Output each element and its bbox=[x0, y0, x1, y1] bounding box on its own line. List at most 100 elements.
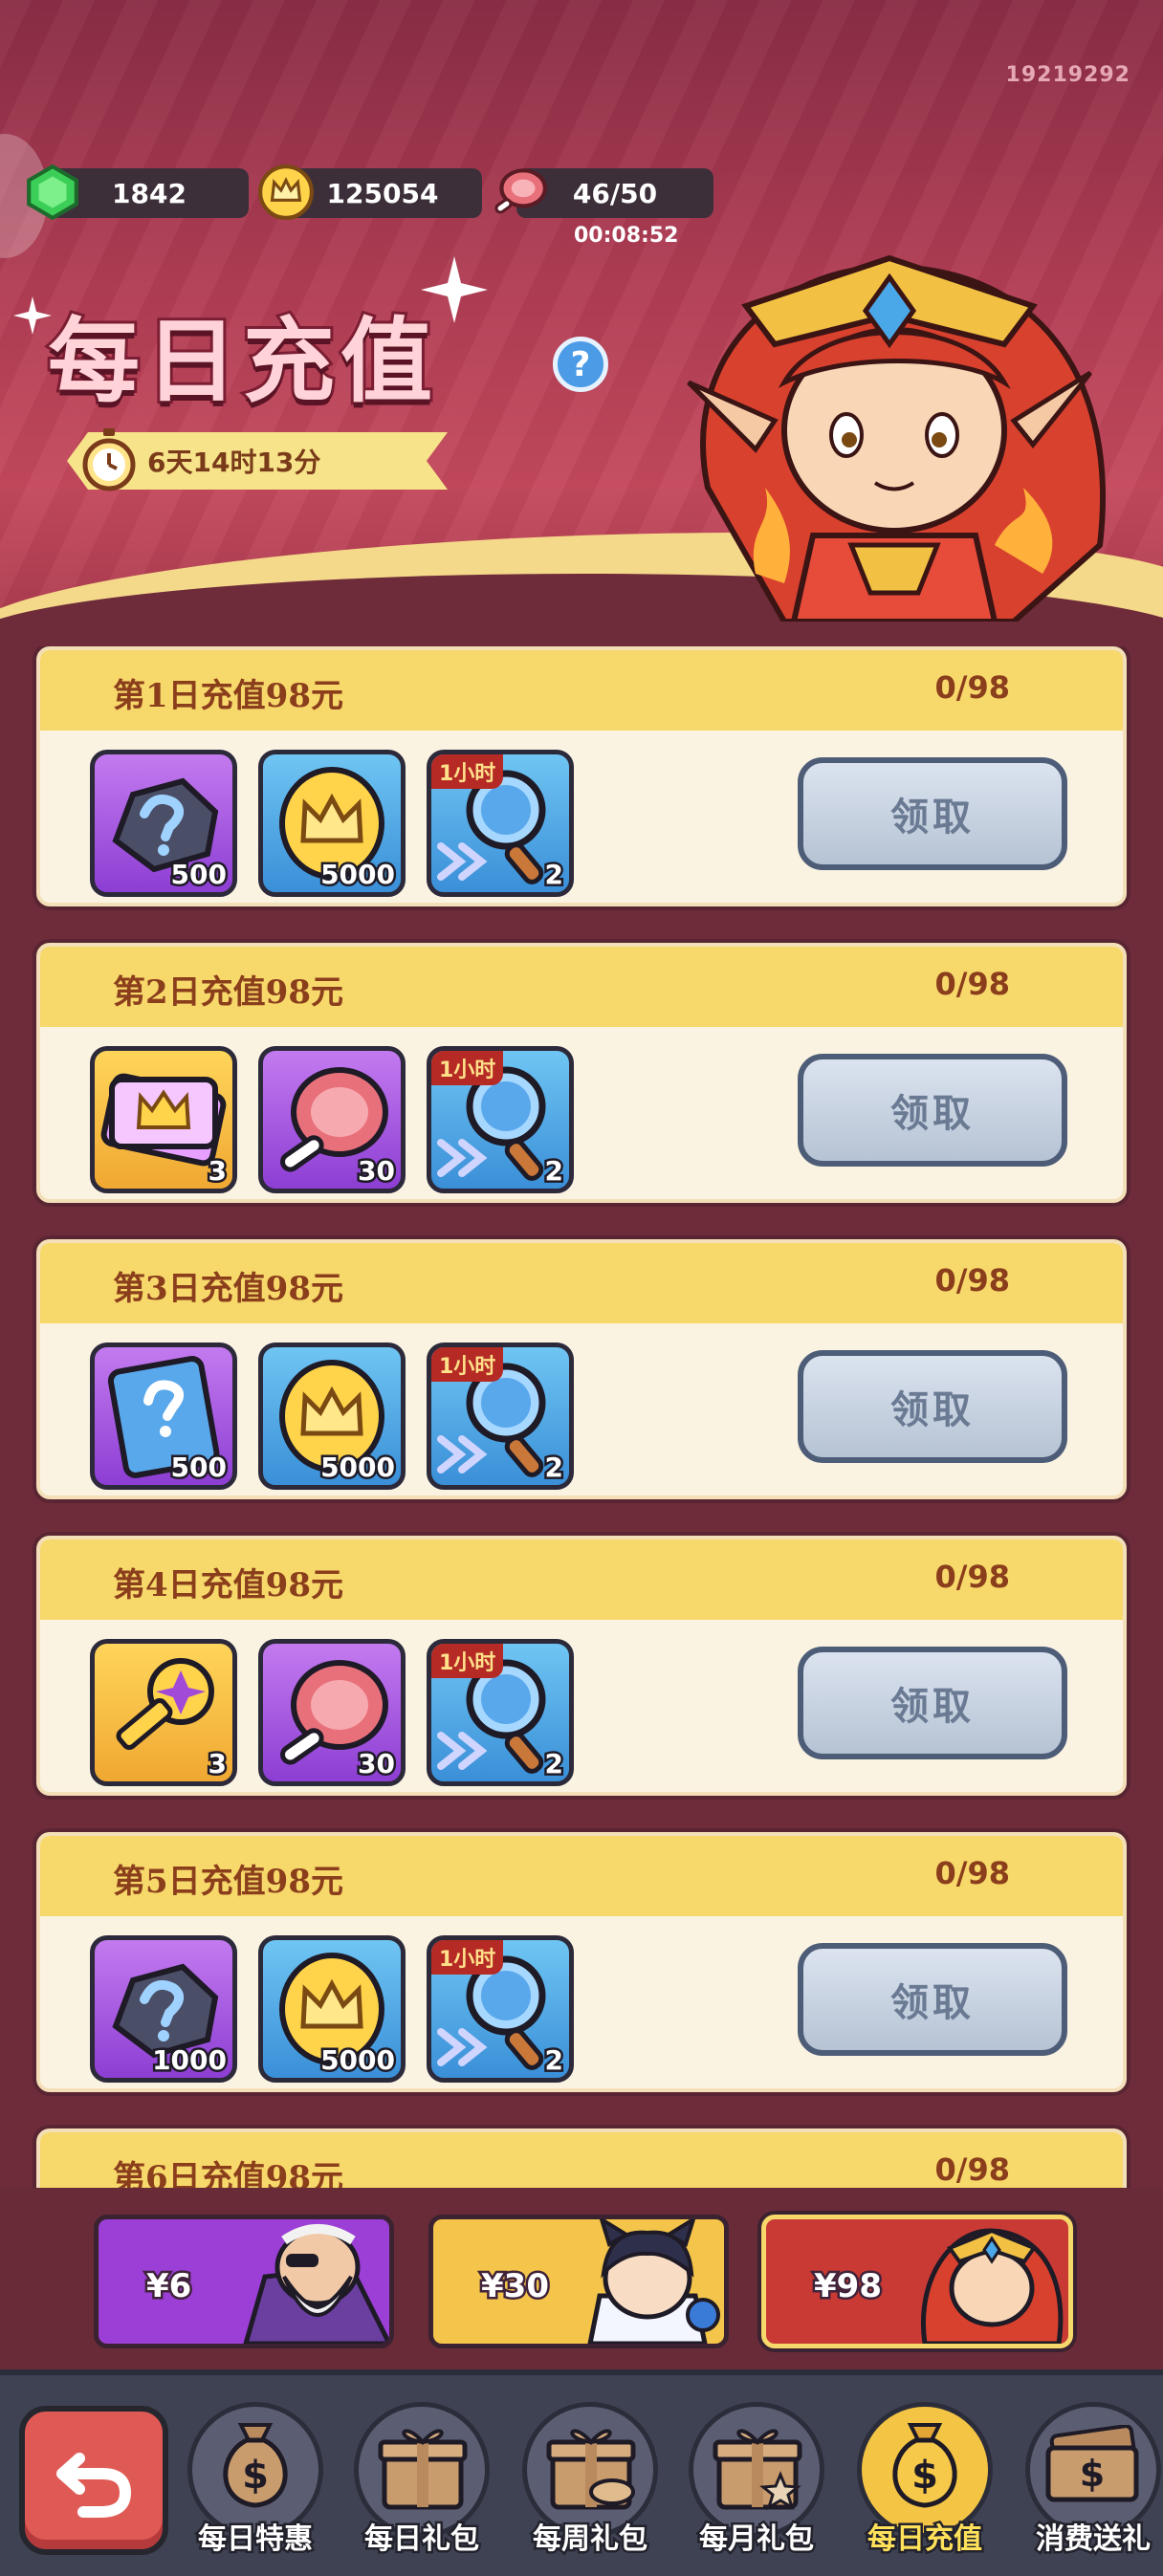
sparkle-icon bbox=[13, 296, 52, 335]
nav-spend-rewards[interactable]: $ 消费送礼 bbox=[1012, 2402, 1163, 2574]
user-id: 19219292 bbox=[1005, 63, 1130, 87]
duration-tag: 1小时 bbox=[431, 1347, 504, 1382]
countdown-text: 6天14时13分 bbox=[147, 447, 321, 478]
reward-item-crown-ticket[interactable]: 3 bbox=[90, 1046, 237, 1193]
price-tier-bar: ¥6 ¥30 ¥98 bbox=[0, 2188, 1163, 2369]
cat-girl-portrait-icon bbox=[587, 2219, 720, 2344]
duration-tag: 1小时 bbox=[431, 1644, 504, 1678]
sparkle-icon bbox=[421, 256, 488, 323]
nav-label: 消费送礼 bbox=[1034, 2521, 1153, 2559]
card-progress: 0/98 bbox=[934, 966, 1010, 1002]
nav-daily-deals[interactable]: $ 每日特惠 bbox=[174, 2402, 337, 2574]
nav-label: 每日礼包 bbox=[362, 2521, 482, 2559]
item-qty: 2 bbox=[542, 857, 566, 893]
stamina-timer: 00:08:52 bbox=[574, 224, 679, 248]
svg-text:$: $ bbox=[911, 2454, 938, 2498]
gem-icon bbox=[27, 164, 78, 221]
money-bag-icon: $ bbox=[892, 2423, 957, 2508]
reward-item-gold-key[interactable]: 3 bbox=[90, 1639, 237, 1786]
reward-item-gold-coin[interactable]: 5000 bbox=[258, 1343, 406, 1490]
elf-princess-portrait-icon bbox=[921, 2228, 1064, 2344]
help-button[interactable]: ? bbox=[553, 337, 608, 392]
stamina-count: 46/50 bbox=[572, 177, 658, 209]
duration-tag: 1小时 bbox=[431, 1940, 504, 1975]
reward-card-day4: 第4日充值98元 0/98 3 30 1小时 2 领取 bbox=[36, 1536, 1127, 1796]
reward-item-speed-magnifier[interactable]: 1小时 2 bbox=[427, 1639, 574, 1786]
bottom-navigation: $ 每日特惠 每日礼包 每周礼包 每月礼包 $ 每日充值 $ 消费送礼 bbox=[0, 2369, 1163, 2576]
svg-text:$: $ bbox=[242, 2454, 269, 2498]
svg-text:$: $ bbox=[1080, 2453, 1105, 2495]
reward-item-mystery-book[interactable]: 500 bbox=[90, 1343, 237, 1490]
meat-icon bbox=[494, 168, 547, 214]
gift-box-icon bbox=[713, 2429, 802, 2511]
page-title-wrap: 每日充值 bbox=[45, 287, 438, 420]
duration-tag: 1小时 bbox=[431, 1051, 504, 1085]
claim-button[interactable]: 领取 bbox=[798, 1350, 1067, 1463]
item-qty: 2 bbox=[542, 1153, 566, 1190]
price-label: ¥30 bbox=[479, 2265, 552, 2308]
price-tab-98[interactable]: ¥98 bbox=[761, 2215, 1073, 2348]
money-stack-icon: $ bbox=[1045, 2425, 1139, 2502]
reward-item-speed-magnifier[interactable]: 1小时 2 bbox=[427, 1935, 574, 2083]
back-button[interactable] bbox=[19, 2406, 168, 2555]
nav-daily-recharge[interactable]: $ 每日充值 bbox=[844, 2402, 1006, 2574]
reward-card-day3: 第3日充值98元 0/98 500 5000 1小时 2 领取 bbox=[36, 1239, 1127, 1499]
page-title: 每日充值 bbox=[45, 304, 438, 418]
card-day-label: 第2日充值98元 bbox=[113, 973, 343, 1012]
header-banner: 19219292 1842 125054 46/50 00:08:52 每日充值… bbox=[0, 0, 1163, 650]
nav-label: 每月礼包 bbox=[697, 2521, 817, 2559]
card-day-label: 第6日充值98元 bbox=[113, 2159, 343, 2188]
claim-button[interactable]: 领取 bbox=[798, 1054, 1067, 1167]
item-qty: 2 bbox=[542, 1746, 566, 1782]
claim-button[interactable]: 领取 bbox=[798, 1647, 1067, 1759]
card-progress: 0/98 bbox=[934, 1262, 1010, 1299]
reward-item-mystery-ore[interactable]: 500 bbox=[90, 750, 237, 897]
claim-button[interactable]: 领取 bbox=[798, 1943, 1067, 2056]
nav-label: 每日充值 bbox=[866, 2521, 985, 2559]
card-progress: 0/98 bbox=[934, 669, 1010, 706]
reward-card-day1: 第1日充值98元 0/98 500 5000 1小时 2 领取 bbox=[36, 646, 1127, 906]
reward-card-day2: 第2日充值98元 0/98 3 30 1小时 2 领取 bbox=[36, 943, 1127, 1203]
stopwatch-icon bbox=[82, 428, 136, 491]
hero-character-illustration bbox=[687, 254, 1107, 622]
reward-item-meat[interactable]: 30 bbox=[258, 1639, 406, 1786]
item-qty: 3 bbox=[206, 1153, 230, 1190]
price-label: ¥98 bbox=[812, 2265, 885, 2308]
item-qty: 500 bbox=[168, 857, 229, 893]
item-qty: 2 bbox=[542, 1450, 566, 1486]
card-progress: 0/98 bbox=[934, 1559, 1010, 1595]
item-qty: 30 bbox=[356, 1153, 398, 1190]
item-qty: 3 bbox=[206, 1746, 230, 1782]
nav-monthly-pack[interactable]: 每月礼包 bbox=[675, 2402, 838, 2574]
reward-item-meat[interactable]: 30 bbox=[258, 1046, 406, 1193]
price-tab-30[interactable]: ¥30 bbox=[428, 2215, 729, 2348]
reward-item-speed-magnifier[interactable]: 1小时 2 bbox=[427, 1343, 574, 1490]
reward-item-speed-magnifier[interactable]: 1小时 2 bbox=[427, 750, 574, 897]
gem-count: 1842 bbox=[112, 177, 187, 209]
reward-item-gold-coin[interactable]: 5000 bbox=[258, 1935, 406, 2083]
reward-item-gold-coin[interactable]: 5000 bbox=[258, 750, 406, 897]
money-bag-icon: $ bbox=[223, 2423, 288, 2508]
price-tab-6[interactable]: ¥6 bbox=[94, 2215, 394, 2348]
nav-label: 每日特惠 bbox=[196, 2521, 316, 2559]
item-qty: 30 bbox=[356, 1746, 398, 1782]
card-progress: 0/98 bbox=[934, 2151, 1010, 2188]
nav-daily-pack[interactable]: 每日礼包 bbox=[340, 2402, 503, 2574]
item-qty: 500 bbox=[168, 1450, 229, 1486]
card-day-label: 第3日充值98元 bbox=[113, 1270, 343, 1308]
reward-item-mystery-ore[interactable]: 1000 bbox=[90, 1935, 237, 2083]
price-label: ¥6 bbox=[143, 2265, 193, 2308]
claim-button[interactable]: 领取 bbox=[798, 757, 1067, 870]
nav-weekly-pack[interactable]: 每周礼包 bbox=[509, 2402, 671, 2574]
item-qty: 2 bbox=[542, 2042, 566, 2079]
reward-card-day6: 第6日充值98元 0/98 bbox=[36, 2128, 1127, 2188]
reward-item-speed-magnifier[interactable]: 1小时 2 bbox=[427, 1046, 574, 1193]
gift-box-icon bbox=[378, 2429, 468, 2510]
item-qty: 5000 bbox=[318, 2042, 398, 2079]
return-arrow-icon bbox=[56, 2453, 132, 2518]
card-day-label: 第1日充值98元 bbox=[113, 677, 343, 715]
card-day-label: 第4日充值98元 bbox=[113, 1566, 343, 1605]
nav-label: 每周礼包 bbox=[531, 2521, 650, 2559]
reward-list[interactable]: 第1日充值98元 0/98 500 5000 1小时 2 领取 第2日充值98元… bbox=[0, 646, 1163, 2188]
item-qty: 1000 bbox=[150, 2042, 230, 2079]
